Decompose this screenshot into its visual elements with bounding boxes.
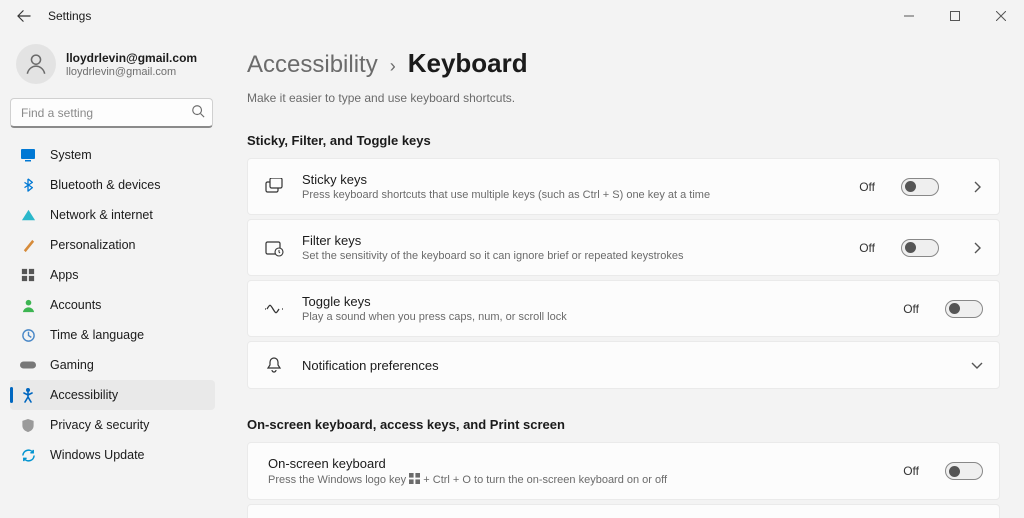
page-title: Keyboard	[408, 48, 528, 79]
gamepad-icon	[20, 357, 36, 373]
bluetooth-icon	[20, 177, 36, 193]
page-description: Make it easier to type and use keyboard …	[247, 91, 1000, 105]
osk-state: Off	[903, 464, 919, 478]
account-email: lloydrlevin@gmail.com	[66, 66, 197, 78]
close-button[interactable]	[978, 0, 1024, 32]
osk-row[interactable]: On-screen keyboard Press the Windows log…	[247, 442, 1000, 500]
search-input[interactable]	[10, 98, 213, 128]
back-button[interactable]	[14, 6, 34, 26]
nav-label: Accounts	[50, 298, 101, 312]
nav-label: Gaming	[50, 358, 94, 372]
window-title: Settings	[48, 9, 91, 23]
chevron-right-icon	[971, 242, 983, 254]
search-icon	[191, 104, 205, 123]
breadcrumb-parent[interactable]: Accessibility	[247, 51, 378, 79]
sticky-keys-toggle[interactable]	[901, 178, 939, 196]
sticky-keys-icon	[264, 177, 284, 197]
globe-clock-icon	[20, 327, 36, 343]
section-osk-title: On-screen keyboard, access keys, and Pri…	[247, 417, 1000, 432]
toggle-keys-state: Off	[903, 302, 919, 316]
nav-accounts[interactable]: Accounts	[10, 290, 215, 320]
nav-privacy[interactable]: Privacy & security	[10, 410, 215, 440]
account-name: lloydrlevin@gmail.com	[66, 51, 197, 65]
chevron-right-icon	[971, 181, 983, 193]
person-icon	[20, 297, 36, 313]
update-icon	[20, 447, 36, 463]
osk-toggle[interactable]	[945, 462, 983, 480]
windows-logo-icon	[409, 473, 420, 484]
filter-keys-title: Filter keys	[302, 233, 841, 248]
sticky-keys-row[interactable]: Sticky keys Press keyboard shortcuts that…	[247, 158, 1000, 215]
bell-icon	[264, 355, 284, 375]
underline-access-keys-row[interactable]: Underline access keysAccess keys will be…	[247, 504, 1000, 518]
sticky-keys-desc: Press keyboard shortcuts that use multip…	[302, 189, 841, 201]
nav-label: Bluetooth & devices	[50, 178, 161, 192]
toggle-keys-title: Toggle keys	[302, 294, 885, 309]
shield-icon	[20, 417, 36, 433]
sticky-keys-title: Sticky keys	[302, 172, 841, 187]
nav-accessibility[interactable]: Accessibility	[10, 380, 215, 410]
nav-apps[interactable]: Apps	[10, 260, 215, 290]
section-sticky-title: Sticky, Filter, and Toggle keys	[247, 133, 1000, 148]
account-block[interactable]: lloydrlevin@gmail.com lloydrlevin@gmail.…	[10, 40, 215, 98]
sidebar: lloydrlevin@gmail.com lloydrlevin@gmail.…	[0, 32, 223, 518]
sticky-keys-state: Off	[859, 180, 875, 194]
nav-bluetooth[interactable]: Bluetooth & devices	[10, 170, 215, 200]
sticky-keys-expand[interactable]	[971, 181, 983, 193]
filter-keys-row[interactable]: Filter keys Set the sensitivity of the ke…	[247, 219, 1000, 276]
toggle-keys-row[interactable]: Toggle keys Play a sound when you press c…	[247, 280, 1000, 337]
nav-network[interactable]: Network & internet	[10, 200, 215, 230]
toggle-keys-toggle[interactable]	[945, 300, 983, 318]
breadcrumb-sep: ›	[390, 56, 396, 77]
filter-keys-state: Off	[859, 241, 875, 255]
nav-gaming[interactable]: Gaming	[10, 350, 215, 380]
nav-personalization[interactable]: Personalization	[10, 230, 215, 260]
nav-label: Privacy & security	[50, 418, 149, 432]
nav-label: Accessibility	[50, 388, 118, 402]
monitor-icon	[20, 147, 36, 163]
notification-preferences-row[interactable]: Notification preferences	[247, 341, 1000, 389]
nav-label: Personalization	[50, 238, 135, 252]
nav-label: Network & internet	[50, 208, 153, 222]
filter-keys-toggle[interactable]	[901, 239, 939, 257]
avatar	[16, 44, 56, 84]
nav-label: Apps	[50, 268, 79, 282]
maximize-button[interactable]	[932, 0, 978, 32]
nav-windows-update[interactable]: Windows Update	[10, 440, 215, 470]
toggle-keys-desc: Play a sound when you press caps, num, o…	[302, 311, 885, 323]
paintbrush-icon	[20, 237, 36, 253]
notification-preferences-title: Notification preferences	[302, 358, 939, 373]
notification-preferences-expand[interactable]	[971, 359, 983, 371]
back-arrow-icon	[17, 9, 31, 23]
filter-keys-desc: Set the sensitivity of the keyboard so i…	[302, 250, 841, 262]
chevron-down-icon	[971, 359, 983, 371]
nav-time-language[interactable]: Time & language	[10, 320, 215, 350]
nav-label: System	[50, 148, 92, 162]
breadcrumb: Accessibility › Keyboard	[247, 48, 1000, 79]
minimize-button[interactable]	[886, 0, 932, 32]
nav-system[interactable]: System	[10, 140, 215, 170]
filter-keys-expand[interactable]	[971, 242, 983, 254]
toggle-keys-icon	[264, 299, 284, 319]
person-icon	[23, 51, 49, 77]
accessibility-icon	[20, 387, 36, 403]
nav-label: Windows Update	[50, 448, 145, 462]
osk-desc: Press the Windows logo key + Ctrl + O to…	[268, 473, 885, 486]
nav-label: Time & language	[50, 328, 144, 342]
titlebar: Settings	[0, 0, 1024, 32]
wifi-icon	[20, 207, 36, 223]
content-area[interactable]: Accessibility › Keyboard Make it easier …	[223, 32, 1024, 518]
filter-keys-icon	[264, 238, 284, 258]
window-controls	[886, 0, 1024, 32]
osk-title: On-screen keyboard	[268, 456, 885, 471]
apps-icon	[20, 267, 36, 283]
nav-list: System Bluetooth & devices Network & int…	[10, 140, 215, 470]
